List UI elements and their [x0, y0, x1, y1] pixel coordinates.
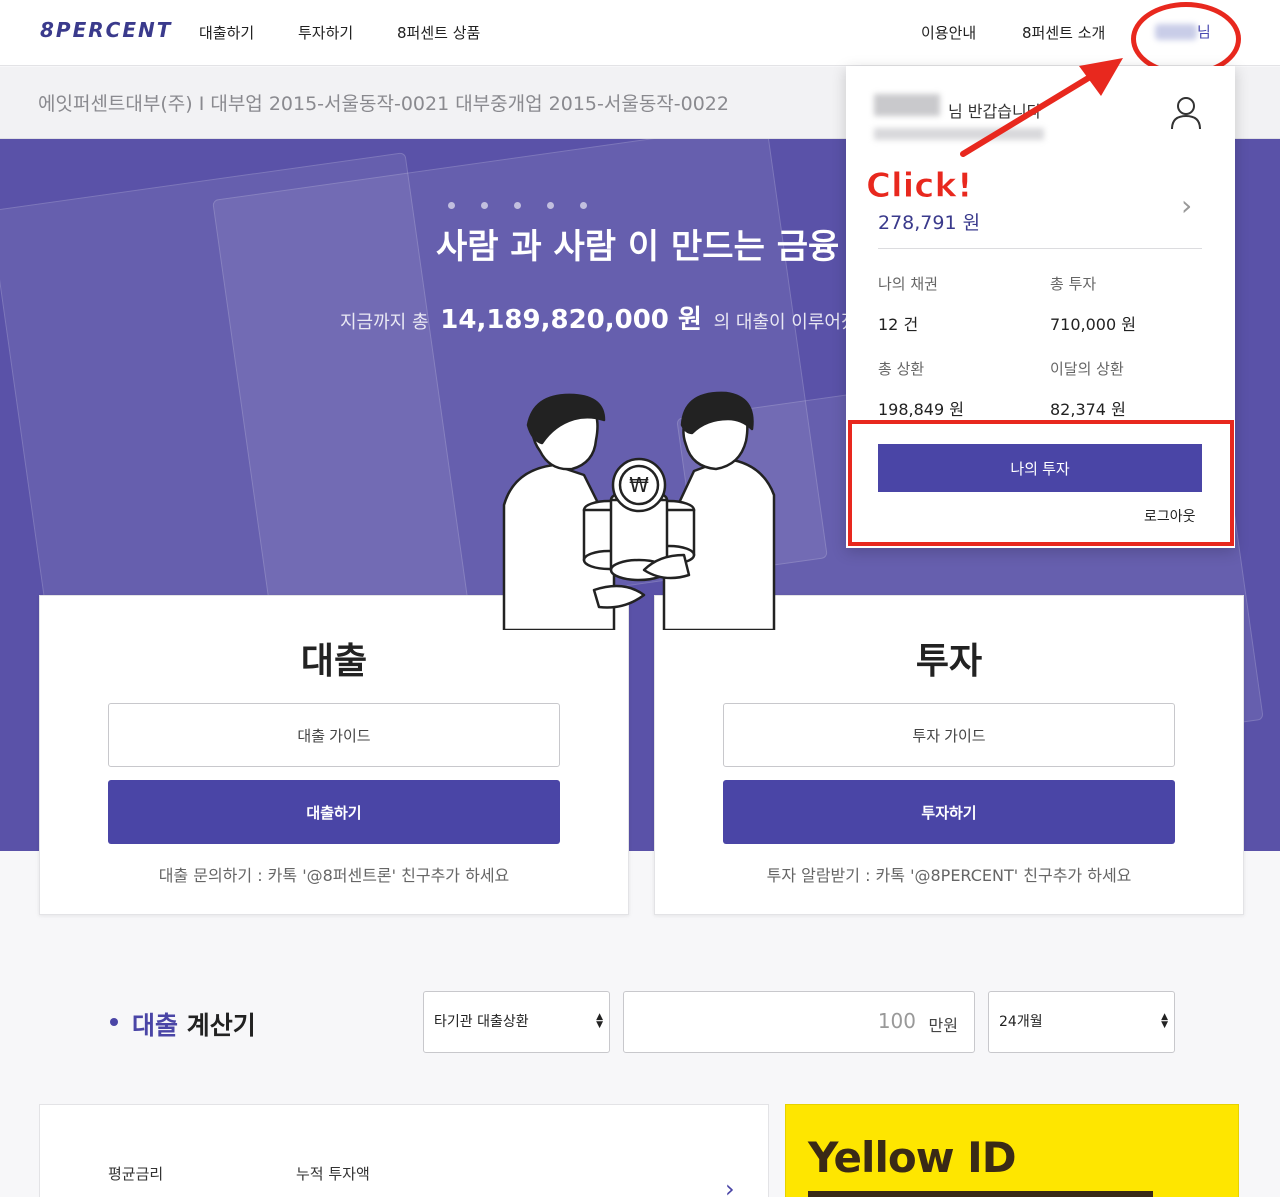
annotation-highlight-box — [848, 420, 1234, 546]
loan-type-select[interactable]: 타기관 대출상환 ▲ ▼ — [423, 991, 610, 1053]
chevron-right-icon[interactable]: › — [725, 1175, 735, 1197]
dropdown-balance[interactable]: 278,791 원 — [878, 208, 980, 235]
stat-total-repay-label: 총 상환 — [878, 360, 925, 378]
yellow-id-bar — [808, 1191, 1153, 1197]
dropdown-username-redacted — [874, 94, 940, 116]
nav-link-invest[interactable]: 투자하기 — [298, 22, 353, 43]
company-registration-text: 에잇퍼센트대부(주) I 대부업 2015-서울동작-0021 대부중개업 20… — [38, 93, 729, 115]
nav-link-loan[interactable]: 대출하기 — [199, 22, 254, 43]
calculator-title-accent: 대출 — [132, 1011, 179, 1040]
user-profile-icon[interactable] — [1168, 94, 1204, 130]
stats-panel: 평균금리 누적 투자액 › — [39, 1104, 769, 1197]
nav-link-products[interactable]: 8퍼센트 상품 — [397, 22, 480, 43]
invest-guide-button[interactable]: 투자 가이드 — [723, 703, 1175, 767]
loan-term-value: 24개월 — [999, 1014, 1043, 1030]
hero-title: 사람 과 사람 이 만드는 금융 — [436, 227, 840, 267]
stat-month-repay-label: 이달의 상환 — [1050, 360, 1124, 378]
stat-bonds-label: 나의 채권 — [878, 275, 938, 293]
annotation-circle — [1131, 2, 1241, 76]
invest-card: 투자 투자 가이드 투자하기 투자 알람받기 : 카톡 '@8PERCENT' … — [654, 595, 1244, 915]
hero-dots — [448, 202, 587, 209]
select-arrows-icon: ▲ ▼ — [1161, 1012, 1168, 1030]
stat-total-invest-label: 총 투자 — [1050, 275, 1097, 293]
avg-rate-label: 평균금리 — [108, 1165, 164, 1183]
yellow-id-text: Yellow ID — [808, 1133, 1017, 1182]
hero-subtitle: 지금까지 총 14,189,820,000 원 의 대출이 이루어졌습니다 — [340, 299, 907, 336]
stat-total-invest-value: 710,000 원 — [1050, 315, 1136, 334]
loan-term-select[interactable]: 24개월 ▲ ▼ — [988, 991, 1175, 1053]
loan-card-title: 대출 — [300, 641, 368, 682]
chevron-right-icon[interactable]: › — [1181, 189, 1192, 222]
loan-kakao-note: 대출 문의하기 : 카톡 '@8퍼센트론' 친구추가 하세요 — [158, 866, 510, 885]
loan-card: 대출 대출 가이드 대출하기 대출 문의하기 : 카톡 '@8퍼센트론' 친구추… — [39, 595, 629, 915]
calculator-bullet — [110, 1018, 118, 1026]
loan-type-value: 타기관 대출상환 — [434, 1014, 529, 1030]
dropdown-divider — [878, 248, 1202, 249]
stat-month-repay-value: 82,374 원 — [1050, 400, 1126, 419]
svg-text:₩: ₩ — [629, 473, 649, 497]
loan-guide-button[interactable]: 대출 가이드 — [108, 703, 560, 767]
nav-link-about[interactable]: 8퍼센트 소개 — [1022, 22, 1105, 43]
loan-apply-button[interactable]: 대출하기 — [108, 780, 560, 844]
cumulative-invest-label: 누적 투자액 — [296, 1165, 370, 1183]
hero-sub-prefix: 지금까지 총 — [340, 312, 429, 333]
calculator-title: 대출 계산기 — [132, 1006, 256, 1042]
invest-kakao-note: 투자 알람받기 : 카톡 '@8PERCENT' 친구추가 하세요 — [766, 866, 1132, 885]
invest-apply-button[interactable]: 투자하기 — [723, 780, 1175, 844]
calculator-title-rest: 계산기 — [178, 1011, 256, 1040]
select-arrows-icon: ▲ ▼ — [596, 1012, 603, 1030]
invest-card-title: 투자 — [915, 641, 983, 682]
logo[interactable]: 8PERCENT — [40, 18, 172, 42]
annotation-arrow-icon — [960, 58, 1123, 157]
stat-bonds-value: 12 건 — [878, 315, 919, 334]
stat-total-repay-value: 198,849 원 — [878, 400, 964, 419]
loan-amount-value: 100 — [877, 1009, 916, 1033]
people-coins-illustration: ₩ — [502, 391, 776, 630]
loan-amount-unit: 만원 — [928, 1016, 958, 1035]
click-annotation: Click! — [866, 166, 974, 207]
nav-link-guide[interactable]: 이용안내 — [921, 22, 976, 43]
kakao-yellow-id-banner[interactable]: Yellow ID — [785, 1104, 1239, 1197]
hero-total-amount: 14,189,820,000 원 — [440, 305, 702, 335]
loan-amount-input[interactable]: 100 만원 — [623, 991, 975, 1053]
